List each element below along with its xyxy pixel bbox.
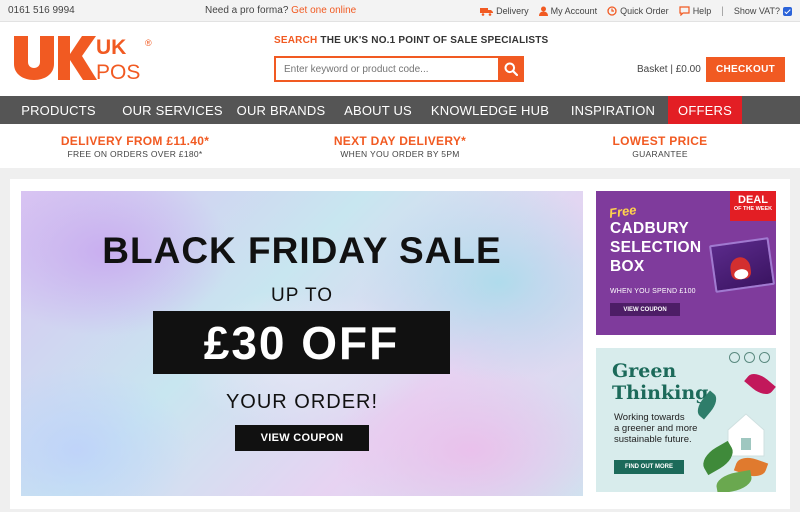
chat-bubble-icon	[679, 6, 690, 16]
deal-of-the-week-badge: DEAL OF THE WEEK	[730, 191, 776, 221]
top-utility-bar: 0161 516 9994 Need a pro forma? Get one …	[0, 0, 800, 22]
eco-badge-icon	[729, 352, 740, 363]
logo-uk-text: UK	[96, 36, 126, 59]
find-out-more-button[interactable]: FIND OUT MORE	[614, 460, 684, 474]
cadbury-title: CADBURY SELECTION BOX	[610, 219, 701, 276]
usp-delivery-sub: FREE ON ORDERS OVER £180*	[67, 149, 203, 159]
green-desc-line2: a greener and more	[614, 423, 698, 434]
help-label: Help	[692, 6, 712, 16]
cadbury-condition: WHEN YOU SPEND £100	[610, 288, 696, 295]
nav-item-inspiration[interactable]: INSPIRATION	[558, 96, 668, 124]
delivery-label: Delivery	[496, 6, 529, 16]
checkout-button[interactable]: CHECKOUT	[706, 57, 785, 82]
cadbury-title-line2: SELECTION	[610, 239, 702, 256]
hero-up-to: UP TO	[270, 285, 334, 306]
deal-badge-line2: OF THE WEEK	[733, 206, 773, 212]
nav-item-products[interactable]: PRODUCTS	[0, 96, 117, 124]
search-input[interactable]	[284, 62, 494, 76]
usp-lowest-price[interactable]: LOWEST PRICE GUARANTEE	[580, 134, 740, 159]
green-title: Green Thinking	[612, 360, 708, 404]
green-title-line2: Thinking	[612, 382, 709, 404]
usp-lowest-price-sub: GUARANTEE	[632, 149, 688, 159]
truck-icon	[480, 7, 494, 16]
cadbury-promo[interactable]: DEAL OF THE WEEK Free CADBURY SELECTION …	[596, 191, 776, 335]
user-icon	[538, 6, 548, 16]
quick-order-label: Quick Order	[620, 6, 669, 16]
tagline: SEARCH THE UK'S NO.1 POINT OF SALE SPECI…	[274, 35, 548, 46]
tagline-text: THE UK'S NO.1 POINT OF SALE SPECIALISTS	[320, 35, 549, 46]
utility-links: Delivery My Account Quick Order Help | S…	[480, 3, 792, 19]
hero-amount: £30 OFF	[153, 311, 450, 374]
logo-pos-text: POS	[96, 61, 140, 82]
show-vat-toggle[interactable]: Show VAT?	[734, 6, 792, 16]
search-icon	[504, 62, 518, 76]
search-button[interactable]	[498, 56, 524, 82]
basket-summary[interactable]: Basket | £0.00	[637, 64, 701, 75]
hero-your-order: YOUR ORDER!	[225, 391, 379, 413]
leaf-decoration	[744, 368, 776, 400]
phone-number[interactable]: 0161 516 9994	[8, 5, 75, 16]
search-box	[274, 56, 524, 82]
green-title-line1: Green	[612, 360, 677, 382]
clock-icon	[607, 6, 617, 16]
site-header: UK POS ® SEARCH THE UK'S NO.1 POINT OF S…	[0, 22, 800, 96]
quick-order-link[interactable]: Quick Order	[607, 6, 669, 16]
eco-badge-icon	[759, 352, 770, 363]
main-nav: PRODUCTS OUR SERVICES OUR BRANDS ABOUT U…	[0, 96, 800, 124]
usp-bar: DELIVERY FROM £11.40* FREE ON ORDERS OVE…	[0, 124, 800, 168]
cadbury-view-coupon-button[interactable]: VIEW COUPON	[610, 303, 680, 316]
registered-mark: ®	[145, 38, 152, 48]
usp-next-day[interactable]: NEXT DAY DELIVERY* WHEN YOU ORDER BY 5PM	[300, 134, 500, 159]
view-coupon-button[interactable]: VIEW COUPON	[235, 425, 369, 451]
eco-badges	[729, 352, 770, 363]
usp-lowest-price-title: LOWEST PRICE	[612, 134, 708, 148]
usp-next-day-sub: WHEN YOU ORDER BY 5PM	[340, 149, 460, 159]
my-account-label: My Account	[550, 6, 598, 16]
separator: |	[721, 5, 724, 17]
proforma-text: Need a pro forma?	[205, 5, 289, 16]
green-thinking-promo[interactable]: Green Thinking Working towards a greener…	[596, 348, 776, 492]
usp-delivery[interactable]: DELIVERY FROM £11.40* FREE ON ORDERS OVE…	[40, 134, 230, 159]
leaf-decoration	[714, 470, 754, 492]
proforma-link[interactable]: Get one online	[291, 5, 356, 16]
show-vat-label: Show VAT?	[733, 6, 780, 16]
nav-item-our-services[interactable]: OUR SERVICES	[117, 96, 228, 124]
delivery-link[interactable]: Delivery	[480, 6, 529, 16]
eco-badge-icon	[744, 352, 755, 363]
usp-delivery-title: DELIVERY FROM £11.40*	[60, 134, 210, 148]
tagline-search: SEARCH	[274, 35, 318, 46]
selection-box-image	[708, 237, 776, 293]
deal-badge-line1: DEAL	[738, 194, 768, 206]
help-link[interactable]: Help	[679, 6, 712, 16]
nav-item-offers[interactable]: OFFERS	[668, 96, 742, 124]
nav-item-about-us[interactable]: ABOUT US	[334, 96, 422, 124]
ukpos-logo[interactable]: UK POS ®	[12, 34, 157, 82]
nav-item-our-brands[interactable]: OUR BRANDS	[228, 96, 334, 124]
green-desc-line3: sustainable future.	[614, 434, 692, 445]
my-account-link[interactable]: My Account	[538, 6, 598, 16]
proforma-prompt: Need a pro forma? Get one online	[205, 5, 356, 16]
nav-item-knowledge-hub[interactable]: KNOWLEDGE HUB	[422, 96, 558, 124]
green-desc-line1: Working towards	[614, 412, 685, 423]
hero-headline: BLACK FRIDAY SALE	[102, 230, 502, 271]
green-description: Working towards a greener and more susta…	[614, 412, 697, 445]
usp-next-day-title: NEXT DAY DELIVERY*	[333, 134, 467, 148]
black-friday-banner[interactable]: BLACK FRIDAY SALE UP TO £30 OFF YOUR ORD…	[21, 191, 583, 496]
cadbury-title-line3: BOX	[610, 258, 645, 275]
show-vat-checkbox[interactable]	[783, 6, 792, 16]
cadbury-title-line1: CADBURY	[610, 220, 690, 237]
